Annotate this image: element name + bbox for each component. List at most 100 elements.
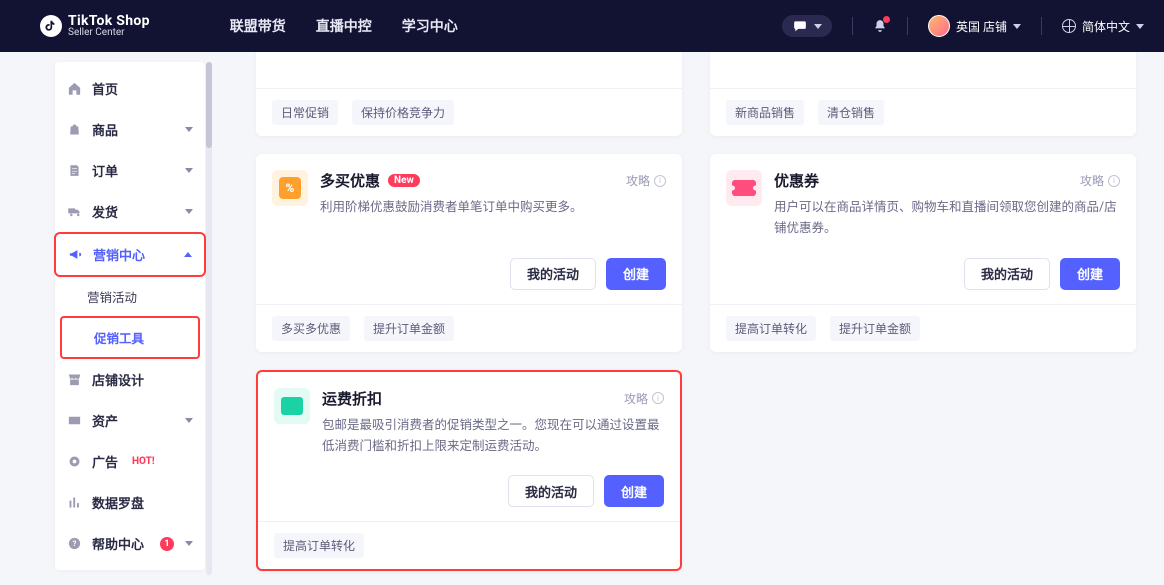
brand-logo[interactable]: TikTok Shop Seller Center (40, 14, 150, 38)
promo-card-multibuy: % 多买优惠 New 攻略 i 利用阶梯优惠鼓励消费者单笔订单中购买更多。 (256, 154, 682, 352)
help-badge: 1 (160, 537, 174, 551)
message-icon (792, 19, 808, 33)
sidebar-wrap: 首页 商品 订单 发货 营销中心 (0, 52, 220, 585)
topnav-affiliate[interactable]: 联盟带货 (230, 16, 286, 36)
chevron-down-icon (1136, 24, 1144, 29)
sidebar-label: 营销中心 (93, 245, 145, 264)
sidebar-label: 订单 (92, 161, 118, 180)
strategy-link[interactable]: 攻略 i (1080, 172, 1120, 189)
card-description: 利用阶梯优惠鼓励消费者单笔订单中购买更多。 (320, 197, 666, 218)
my-activity-button[interactable]: 我的活动 (510, 258, 596, 290)
info-icon: i (652, 392, 664, 404)
sidebar-label: 商品 (92, 120, 118, 139)
topnav-live[interactable]: 直播中控 (316, 16, 372, 36)
divider (852, 17, 853, 35)
sidebar-label: 店铺设计 (92, 370, 144, 389)
truck-icon (67, 204, 82, 219)
sidebar-item-orders[interactable]: 订单 (55, 150, 205, 191)
sidebar-item-store-design[interactable]: 店铺设计 (55, 359, 205, 400)
notification-dot-icon (883, 16, 890, 23)
sidebar-item-shipping[interactable]: 发货 (55, 191, 205, 232)
chevron-down-icon (185, 209, 193, 214)
create-button[interactable]: 创建 (1060, 258, 1120, 290)
hot-badge: HOT! (132, 456, 155, 467)
notifications-button[interactable] (873, 18, 887, 34)
tag: 提高订单转化 (274, 533, 364, 558)
sidebar-scrollbar[interactable] (206, 62, 212, 575)
strategy-link[interactable]: 攻略 i (626, 172, 666, 189)
info-icon: i (1108, 175, 1120, 187)
target-icon (67, 454, 82, 469)
coupon-icon (726, 170, 762, 206)
chevron-down-icon (185, 168, 193, 173)
promo-card-shipping: 运费折扣 攻略 i 包邮是最吸引消费者的促销类型之一。您现在可以通过设置最低消费… (256, 370, 682, 572)
card-title: 优惠券 (774, 170, 819, 191)
chevron-up-icon (184, 252, 192, 257)
megaphone-icon (68, 247, 83, 262)
sidebar-item-marketing[interactable]: 营销中心 (56, 234, 204, 275)
card-title: 多买优惠 (320, 170, 380, 191)
home-icon (67, 81, 82, 96)
store-label: 英国 店铺 (956, 18, 1007, 35)
chevron-down-icon (185, 418, 193, 423)
sidebar-item-ads[interactable]: 广告 HOT! (55, 441, 205, 482)
sidebar-item-products[interactable]: 商品 (55, 109, 205, 150)
main-content: 日常促销 保持价格竞争力 新商品销售 清仓销售 % (220, 52, 1164, 585)
tag: 提升订单金额 (830, 316, 920, 341)
sidebar-item-assets[interactable]: 资产 (55, 400, 205, 441)
promo-card-coupon: 优惠券 攻略 i 用户可以在商品详情页、购物车和直播间领取您创建的商品/店铺优惠… (710, 154, 1136, 352)
messages-chip[interactable] (782, 15, 832, 37)
brand-title-bottom: Seller Center (68, 28, 150, 38)
sidebar-label: 发货 (92, 202, 118, 221)
sidebar-label: 帮助中心 (92, 534, 144, 553)
strategy-link[interactable]: 攻略 i (624, 390, 664, 407)
tiktok-icon (40, 15, 62, 37)
top-nav: 联盟带货 直播中控 学习中心 (230, 16, 458, 36)
store-switcher[interactable]: 英国 店铺 (928, 15, 1021, 37)
bag-icon (67, 122, 82, 137)
create-button[interactable]: 创建 (604, 475, 664, 507)
brand-title-top: TikTok Shop (68, 14, 150, 28)
store-icon (67, 372, 82, 387)
sidebar-sub-activities[interactable]: 营销活动 (55, 277, 205, 316)
chevron-down-icon (814, 24, 822, 29)
globe-icon (1062, 19, 1076, 33)
svg-text:?: ? (73, 539, 77, 548)
top-right: 英国 店铺 简体中文 (782, 15, 1144, 37)
sidebar-item-data[interactable]: 数据罗盘 (55, 482, 205, 523)
language-switcher[interactable]: 简体中文 (1062, 18, 1144, 35)
card-description: 包邮是最吸引消费者的促销类型之一。您现在可以通过设置最低消费门槛和折扣上限来定制… (322, 415, 664, 458)
promo-card-stub-right: 新商品销售 清仓销售 (710, 52, 1136, 136)
create-button[interactable]: 创建 (606, 258, 666, 290)
discount-icon: % (272, 170, 308, 206)
tag: 提高订单转化 (726, 316, 816, 341)
promo-card-stub-left: 日常促销 保持价格竞争力 (256, 52, 682, 136)
sidebar-item-home[interactable]: 首页 (55, 68, 205, 109)
card-description: 用户可以在商品详情页、购物车和直播间领取您创建的商品/店铺优惠券。 (774, 197, 1120, 240)
tag: 保持价格竞争力 (352, 100, 454, 125)
language-label: 简体中文 (1082, 18, 1130, 35)
sidebar-label: 首页 (92, 79, 118, 98)
sidebar: 首页 商品 订单 发货 营销中心 (55, 62, 205, 570)
chevron-down-icon (185, 127, 193, 132)
card-icon (67, 413, 82, 428)
sidebar-label: 广告 (92, 452, 118, 471)
divider (1041, 17, 1042, 35)
chevron-down-icon (1013, 24, 1021, 29)
sidebar-label: 资产 (92, 411, 118, 430)
topnav-learn[interactable]: 学习中心 (402, 16, 458, 36)
divider (907, 17, 908, 35)
tag: 提升订单金额 (364, 316, 454, 341)
sidebar-item-help[interactable]: ? 帮助中心 1 (55, 523, 205, 564)
card-title: 运费折扣 (322, 388, 382, 409)
info-icon: i (654, 175, 666, 187)
chart-icon (67, 495, 82, 510)
chevron-down-icon (185, 541, 193, 546)
top-bar: TikTok Shop Seller Center 联盟带货 直播中控 学习中心… (0, 0, 1164, 52)
tag: 新商品销售 (726, 100, 804, 125)
my-activity-button[interactable]: 我的活动 (508, 475, 594, 507)
sidebar-sub-promo-tools[interactable]: 促销工具 (62, 318, 198, 357)
my-activity-button[interactable]: 我的活动 (964, 258, 1050, 290)
shipping-icon (274, 388, 310, 424)
avatar-icon (928, 15, 950, 37)
